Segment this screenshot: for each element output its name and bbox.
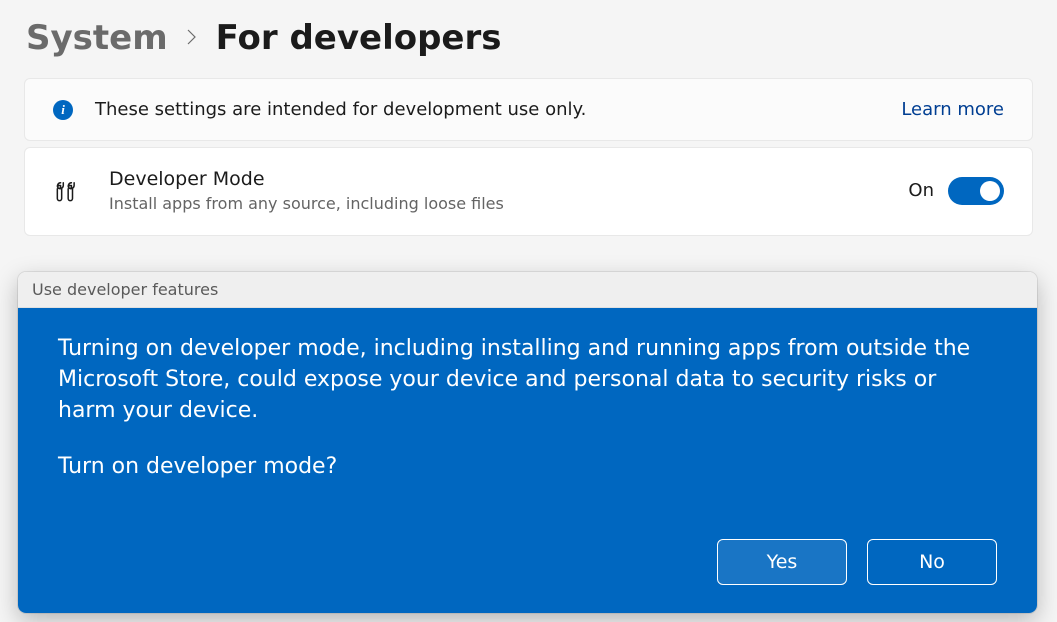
developer-mode-title: Developer Mode bbox=[109, 168, 886, 190]
dialog-title: Use developer features bbox=[18, 272, 1037, 308]
chevron-right-icon bbox=[186, 26, 198, 51]
learn-more-link[interactable]: Learn more bbox=[901, 99, 1004, 120]
breadcrumb-parent[interactable]: System bbox=[26, 18, 168, 58]
confirmation-dialog: Use developer features Turning on develo… bbox=[18, 272, 1037, 613]
info-banner: i These settings are intended for develo… bbox=[24, 78, 1033, 141]
dialog-question: Turn on developer mode? bbox=[58, 452, 997, 483]
info-banner-text: These settings are intended for developm… bbox=[95, 99, 879, 120]
developer-tools-icon bbox=[53, 179, 79, 205]
no-button[interactable]: No bbox=[867, 539, 997, 585]
breadcrumb: System For developers bbox=[0, 0, 1057, 78]
developer-mode-subtitle: Install apps from any source, including … bbox=[109, 194, 886, 213]
info-icon: i bbox=[53, 100, 73, 120]
developer-mode-toggle[interactable] bbox=[948, 177, 1004, 205]
toggle-state-label: On bbox=[908, 180, 934, 201]
page-title: For developers bbox=[216, 18, 502, 58]
dialog-body-text: Turning on developer mode, including ins… bbox=[58, 334, 997, 426]
developer-mode-card: Developer Mode Install apps from any sou… bbox=[24, 147, 1033, 236]
toggle-knob bbox=[980, 181, 1000, 201]
yes-button[interactable]: Yes bbox=[717, 539, 847, 585]
